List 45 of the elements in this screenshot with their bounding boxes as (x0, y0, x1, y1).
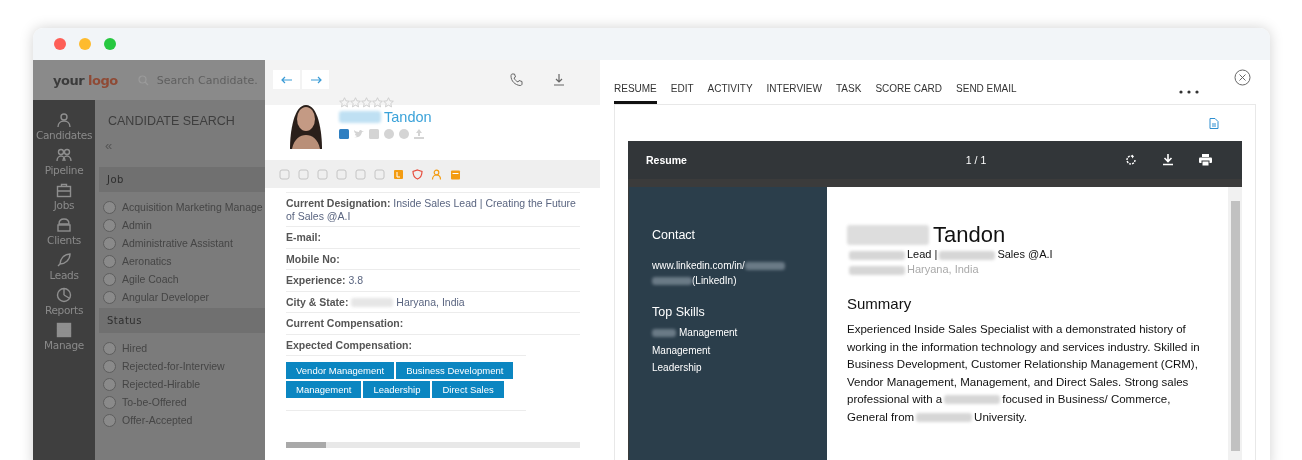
tab[interactable]: EDIT (670, 83, 694, 104)
section-heading: Contact (652, 228, 697, 242)
section-heading: Summary (847, 295, 913, 312)
nav-item[interactable]: Jobs (53, 182, 75, 211)
tab[interactable]: SCORE CARD (875, 83, 943, 104)
page-counter: 1 / 1 (965, 154, 987, 166)
section-heading: Top Skills (652, 305, 706, 319)
document-title: Resume (646, 154, 687, 166)
detail-row: Expected Compensation: (286, 333, 580, 355)
detail-row: Mobile No: (286, 247, 580, 269)
skill-tag: Management (286, 381, 362, 398)
skill-item: Management (652, 343, 712, 358)
group-header: Status (99, 308, 265, 333)
nav-item[interactable]: Leads (49, 252, 79, 281)
group-header: Job (99, 167, 265, 192)
detail-row: Current Designation: Inside Sales Lead | Creating the Future of Sales @A.I (286, 192, 580, 226)
candidate-name: Tandon (339, 109, 432, 125)
skill-tag: Vendor Management (286, 362, 395, 379)
tab[interactable]: RESUME (614, 83, 657, 104)
detail-row: E-mail: (286, 226, 580, 248)
skill-item: Management (652, 326, 805, 341)
resume-name: Tandon (847, 221, 1208, 249)
nav-item[interactable]: Pipeline (44, 147, 84, 176)
linkedin-url: www.linkedin.com/in/ (LinkedIn) (652, 259, 805, 288)
detail-row: City & State: Haryana, India (286, 290, 580, 312)
skill-tag: Business Development (396, 362, 514, 379)
collapse-button[interactable]: « (95, 128, 113, 153)
nav-item[interactable]: Reports (44, 287, 84, 316)
nav-item[interactable]: Clients (47, 217, 81, 246)
tab[interactable]: ACTIVITY (707, 83, 753, 104)
skill-item: Leadership (652, 361, 703, 375)
nav-item[interactable]: Candidates (35, 112, 93, 141)
tab[interactable]: TASK (836, 83, 862, 104)
tab[interactable]: INTERVIEW (766, 83, 822, 104)
panel-title: CANDIDATE SEARCH (107, 113, 236, 128)
skill-tag: Leadership (363, 381, 431, 398)
summary-paragraph: Experienced Inside Sales Specialist with a demonstrated history of working in the information technology and services industry. Skilled in Business Development, Customer Relationship Management (CRM), Vendor Management, Management, and Direct Sales. Strong sales professional with a focused in Business/ Commerce, General from University. (847, 322, 1201, 425)
resume-headline: Lead | Sales @A.I (847, 247, 1208, 262)
detail-row: Experience: 3.8 (286, 269, 580, 291)
logo: your logo (53, 72, 118, 88)
resume-location: Haryana, India (847, 262, 1208, 276)
detail-row: Current Compensation: (286, 312, 580, 334)
nav-item[interactable]: Manage (44, 322, 84, 351)
tab[interactable]: SEND EMAIL (956, 83, 1017, 104)
skill-tag: Direct Sales (432, 381, 504, 398)
